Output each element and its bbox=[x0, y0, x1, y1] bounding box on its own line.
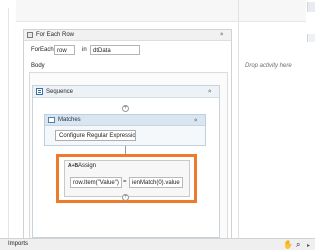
matches-activity[interactable]: Matches » Configure Regular Expression..… bbox=[44, 114, 206, 146]
left-ruler bbox=[8, 8, 9, 238]
previous-activity-strip bbox=[16, 0, 306, 22]
assign-equals: = bbox=[123, 179, 127, 185]
hand-icon[interactable]: ✋ bbox=[283, 240, 293, 249]
for-each-row-header[interactable]: For Each Row » bbox=[24, 30, 231, 41]
add-activity-plus-icon[interactable]: + bbox=[122, 105, 129, 112]
foreach-item-field[interactable]: row bbox=[54, 45, 75, 55]
assign-header[interactable]: A+B Assign bbox=[65, 161, 189, 171]
assign-activity[interactable]: A+B Assign row.Item("Value") = ienMatch(… bbox=[64, 160, 190, 197]
regex-icon bbox=[48, 117, 55, 123]
sequence-title: Sequence bbox=[46, 89, 74, 95]
assign-title: Assign bbox=[78, 163, 97, 169]
designer-bottom-bar: Imports ✋ ⌕ ▸ bbox=[0, 238, 315, 250]
add-activity-plus-icon[interactable]: + bbox=[122, 194, 129, 201]
collapse-icon[interactable]: » bbox=[208, 89, 214, 92]
chevron-icon[interactable]: ▸ bbox=[307, 242, 310, 249]
scrollbar-top-segment[interactable] bbox=[307, 2, 315, 12]
assign-to-field[interactable]: row.Item("Value") bbox=[70, 177, 122, 188]
body-label: Body bbox=[31, 63, 45, 69]
drop-zone-separator bbox=[238, 0, 239, 238]
sequence-icon bbox=[36, 88, 43, 95]
assign-icon: A+B bbox=[68, 163, 79, 169]
zoom-icon[interactable]: ⌕ bbox=[296, 240, 300, 250]
for-each-row-title: For Each Row bbox=[36, 32, 75, 38]
configure-regex-button[interactable]: Configure Regular Expression... bbox=[55, 130, 136, 141]
flow-connector bbox=[125, 146, 126, 154]
in-label: in bbox=[82, 47, 87, 53]
scrollbar-segment[interactable] bbox=[307, 34, 315, 42]
drop-activity-hint: Drop activity here bbox=[245, 63, 292, 69]
collapse-icon[interactable]: » bbox=[194, 118, 200, 121]
collapse-icon[interactable]: » bbox=[220, 32, 226, 35]
matches-header[interactable]: Matches » bbox=[45, 115, 205, 126]
matches-title: Matches bbox=[58, 117, 81, 123]
sequence-header[interactable]: Sequence » bbox=[33, 86, 219, 98]
imports-tab[interactable]: Imports bbox=[8, 241, 28, 247]
foreach-label: ForEach bbox=[31, 47, 54, 53]
foreach-collection-field[interactable]: dtData bbox=[90, 45, 140, 55]
assign-value-field[interactable]: ienMatch(0).value bbox=[129, 177, 183, 188]
foreach-icon bbox=[27, 32, 33, 38]
